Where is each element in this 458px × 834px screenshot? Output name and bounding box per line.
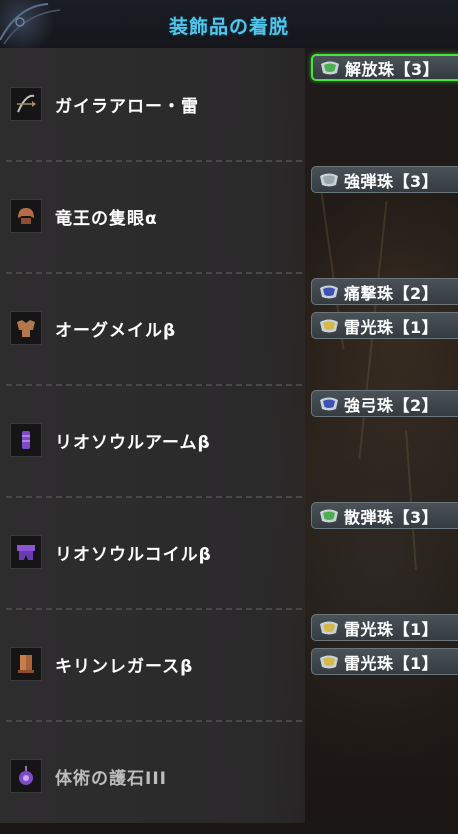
decoration-label: 雷光珠【1】 xyxy=(344,317,439,337)
decoration-slot[interactable]: 強弾珠【3】 xyxy=(311,166,458,193)
equipment-row[interactable]: オーグメイルβ 痛撃珠【2】 雷光珠【1】 xyxy=(0,274,458,386)
decoration-slot[interactable]: 強弓珠【2】 xyxy=(311,390,458,417)
equipment-name: 竜王の隻眼α xyxy=(55,209,158,229)
bow-icon xyxy=(10,87,42,121)
equipment-row[interactable]: キリンレガースβ 雷光珠【1】 雷光珠【1】 xyxy=(0,610,458,722)
chest-armor-icon xyxy=(10,311,42,345)
decoration-label: 強弾珠【3】 xyxy=(344,171,439,191)
decoration-slot[interactable]: 散弾珠【3】 xyxy=(311,502,458,529)
header-bar: 装飾品の着脱 xyxy=(0,0,458,48)
decoration-label: 雷光珠【1】 xyxy=(344,619,439,639)
equipment-row[interactable]: リオソウルコイルβ 散弾珠【3】 xyxy=(0,498,458,610)
decoration-slot[interactable]: 解放珠【3】 xyxy=(311,54,458,81)
jewel-slot-2-icon xyxy=(318,283,340,301)
jewel-slot-1-icon xyxy=(318,317,340,335)
equipment-name: リオソウルアームβ xyxy=(55,433,211,453)
equipment-name: キリンレガースβ xyxy=(55,657,194,677)
equipment-row[interactable]: 体術の護石III xyxy=(0,722,458,834)
decoration-slot[interactable]: 痛撃珠【2】 xyxy=(311,278,458,305)
equipment-name: 体術の護石III xyxy=(55,769,167,789)
decoration-slot[interactable]: 雷光珠【1】 xyxy=(311,312,458,339)
head-armor-icon xyxy=(10,199,42,233)
charm-icon xyxy=(10,759,42,793)
jewel-slot-3-icon xyxy=(318,171,340,189)
decoration-label: 強弓珠【2】 xyxy=(344,395,439,415)
decoration-label: 雷光珠【1】 xyxy=(344,653,439,673)
waist-armor-icon xyxy=(10,535,42,569)
equipment-row[interactable]: ガイラアロー・雷 解放珠【3】 xyxy=(0,50,458,162)
jewel-slot-1-icon xyxy=(318,619,340,637)
page-title: 装飾品の着脱 xyxy=(168,16,289,38)
decoration-label: 散弾珠【3】 xyxy=(344,507,439,527)
equipment-row[interactable]: リオソウルアームβ 強弓珠【2】 xyxy=(0,386,458,498)
equipment-name: ガイラアロー・雷 xyxy=(55,97,199,117)
decoration-label: 痛撃珠【2】 xyxy=(344,283,439,303)
jewel-slot-1-icon xyxy=(318,653,340,671)
equipment-row[interactable]: 竜王の隻眼α 強弾珠【3】 xyxy=(0,162,458,274)
jewel-slot-3-icon xyxy=(318,507,340,525)
equipment-name: オーグメイルβ xyxy=(55,321,177,341)
equipment-name: リオソウルコイルβ xyxy=(55,545,212,565)
leg-armor-icon xyxy=(10,647,42,681)
arm-armor-icon xyxy=(10,423,42,457)
jewel-slot-2-icon xyxy=(318,395,340,413)
decoration-slot[interactable]: 雷光珠【1】 xyxy=(311,614,458,641)
decoration-slot[interactable]: 雷光珠【1】 xyxy=(311,648,458,675)
decoration-label: 解放珠【3】 xyxy=(345,59,440,79)
jewel-slot-3-icon xyxy=(319,59,341,77)
